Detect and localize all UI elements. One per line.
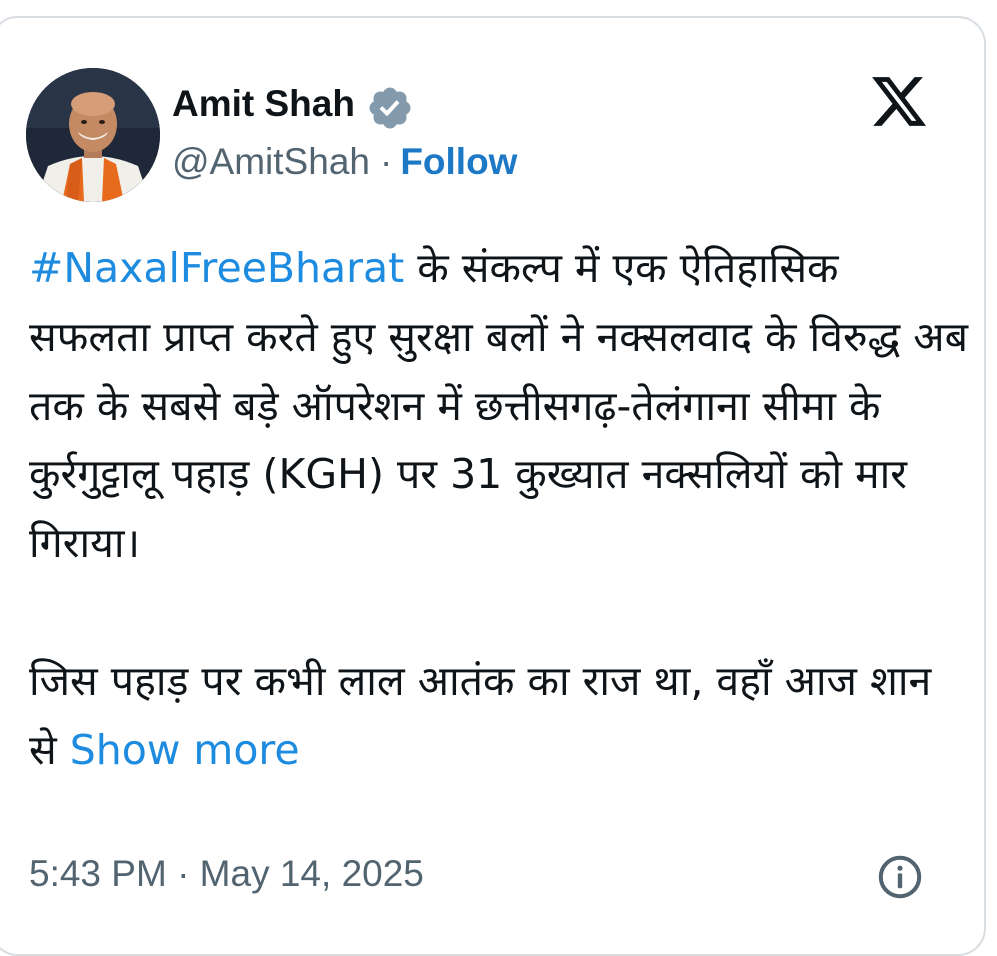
tweet-text: #NaxalFreeBharat के संकल्प में एक ऐतिहास… <box>29 234 969 784</box>
handle-row: @AmitShah · Follow <box>172 138 517 186</box>
author-display-name[interactable]: Amit Shah <box>172 80 355 128</box>
verified-badge-icon <box>369 87 411 129</box>
show-more-link[interactable]: Show more <box>70 726 300 774</box>
paragraph-1-text: के संकल्प में एक ऐतिहासिक सफलता प्राप्त … <box>29 244 969 568</box>
tweet-card: Amit Shah @AmitShah · Follow #NaxalFreeBha… <box>0 16 986 956</box>
tweet-paragraph-2: जिस पहाड़ पर कभी लाल आतंक का राज था, वहा… <box>29 647 969 785</box>
follow-button[interactable]: Follow <box>400 141 517 182</box>
x-logo-icon[interactable] <box>869 76 929 132</box>
tweet-timestamp[interactable]: 5:43 PM · May 14, 2025 <box>29 850 424 898</box>
avatar-photo <box>26 68 160 202</box>
avatar[interactable] <box>26 68 160 202</box>
hashtag-link[interactable]: #NaxalFreeBharat <box>29 244 404 292</box>
author-handle[interactable]: @AmitShah <box>172 141 370 182</box>
separator-dot: · <box>379 141 393 182</box>
info-icon[interactable] <box>876 853 924 901</box>
tweet-paragraph-1: #NaxalFreeBharat के संकल्प में एक ऐतिहास… <box>29 234 969 578</box>
